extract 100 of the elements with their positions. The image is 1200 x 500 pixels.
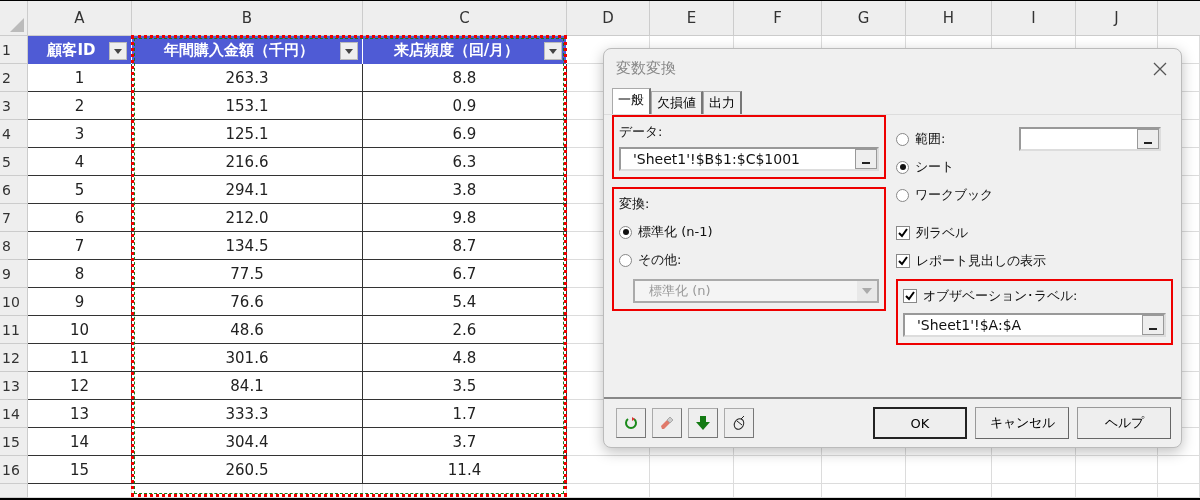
empty-cell[interactable] [1076,456,1158,484]
range-picker-button[interactable] [1142,315,1164,335]
tab[interactable]: 出力 [703,91,742,114]
checkbox[interactable] [903,289,917,303]
checkbox[interactable] [896,226,910,240]
row-header[interactable]: 5 [0,148,28,176]
range-input[interactable]: 'Sheet1'!$B$1:$C$1001 [619,147,879,171]
table-cell: 6.7 [363,260,567,288]
row-header[interactable]: 4 [0,120,28,148]
dialog-button[interactable]: OK [873,407,967,439]
empty-cell[interactable] [822,484,906,498]
empty-cell[interactable] [906,484,992,498]
radio-button[interactable] [619,253,632,267]
row-header[interactable]: 7 [0,204,28,232]
dialog-button[interactable]: ヘルプ [1077,407,1171,439]
row-header[interactable]: 15 [0,428,28,456]
group-label: 変換: [619,195,651,213]
row-header[interactable]: 2 [0,64,28,92]
radio-button[interactable] [896,160,909,174]
empty-cell[interactable] [906,456,992,484]
table-cell: 134.5 [132,232,363,260]
row-header[interactable]: 16 [0,456,28,484]
empty-cell[interactable] [567,484,650,498]
range-picker-button[interactable] [855,149,877,169]
column-header[interactable]: E [650,1,734,36]
empty-cell[interactable] [822,456,906,484]
radio-button[interactable] [896,132,909,146]
checkbox-label: レポート見出しの表示 [916,252,1046,270]
reset-button[interactable] [616,408,646,438]
empty-cell[interactable] [992,456,1076,484]
filter-button[interactable] [544,42,562,60]
dialog-button[interactable]: キャンセル [975,407,1069,439]
column-header[interactable]: J [1076,1,1158,36]
row-header[interactable]: 12 [0,344,28,372]
empty-cell[interactable] [567,456,650,484]
option-label: ワークブック [915,186,993,204]
column-header[interactable]: I [992,1,1076,36]
row-header[interactable]: 8 [0,232,28,260]
filter-button[interactable] [109,42,127,60]
range-input[interactable] [1019,127,1161,151]
row-header[interactable]: 3 [0,92,28,120]
tab[interactable]: 一般 [612,88,651,114]
checkbox[interactable] [896,254,910,268]
row-header[interactable]: 1 [0,36,28,64]
empty-cell[interactable] [734,456,822,484]
header-label: 年間購入金額（千円） [164,40,314,60]
table-cell: 8 [28,260,132,288]
close-icon[interactable] [1153,61,1167,76]
column-header[interactable]: F [734,1,822,36]
table-cell: 3.5 [363,372,567,400]
table-cell: 125.1 [132,120,363,148]
empty-cell[interactable] [992,484,1076,498]
column-header[interactable]: G [822,1,906,36]
down-arrow-icon [696,416,710,430]
option-label: シート [915,158,954,176]
empty-cell[interactable] [650,456,734,484]
table-cell: 84.1 [132,372,363,400]
table-cell: 10 [28,316,132,344]
radio-button[interactable] [619,225,632,239]
range-picker-button[interactable] [1137,129,1159,149]
table-cell: 2 [28,92,132,120]
empty-cell[interactable] [132,484,363,498]
table-cell: 3.8 [363,176,567,204]
mouse-button[interactable] [724,408,754,438]
table-cell: 8.8 [363,64,567,92]
down-button[interactable] [688,408,718,438]
clear-button[interactable] [652,408,682,438]
column-header[interactable]: D [567,1,650,36]
empty-cell[interactable] [650,484,734,498]
empty-cell[interactable] [363,484,567,498]
column-header[interactable]: A [28,1,132,36]
table-cell: 212.0 [132,204,363,232]
column-header[interactable]: C [363,1,567,36]
tab[interactable]: 欠損値 [651,91,703,114]
row-header[interactable]: 11 [0,316,28,344]
radio-button[interactable] [896,188,909,202]
row-header[interactable]: 10 [0,288,28,316]
table-cell: 9.8 [363,204,567,232]
row-header[interactable]: 6 [0,176,28,204]
table-cell: 5.4 [363,288,567,316]
empty-cell[interactable] [1158,484,1200,498]
row-header[interactable]: 14 [0,400,28,428]
table-cell: 3 [28,120,132,148]
range-input[interactable]: 'Sheet1'!$A:$A [903,313,1166,337]
table-cell: 6.3 [363,148,567,176]
empty-cell[interactable] [1076,484,1158,498]
empty-cell[interactable] [734,484,822,498]
table-cell: 0.9 [363,92,567,120]
table-cell: 11 [28,344,132,372]
row-header[interactable]: 13 [0,372,28,400]
table-cell: 263.3 [132,64,363,92]
select-all-corner[interactable] [0,1,28,36]
group-label: データ: [619,123,664,141]
column-header[interactable]: B [132,1,363,36]
table-cell: 7 [28,232,132,260]
column-header[interactable]: H [906,1,992,36]
row-header[interactable]: 9 [0,260,28,288]
filter-button[interactable] [340,42,358,60]
empty-cell[interactable] [1158,456,1200,484]
refresh-icon [624,416,638,430]
